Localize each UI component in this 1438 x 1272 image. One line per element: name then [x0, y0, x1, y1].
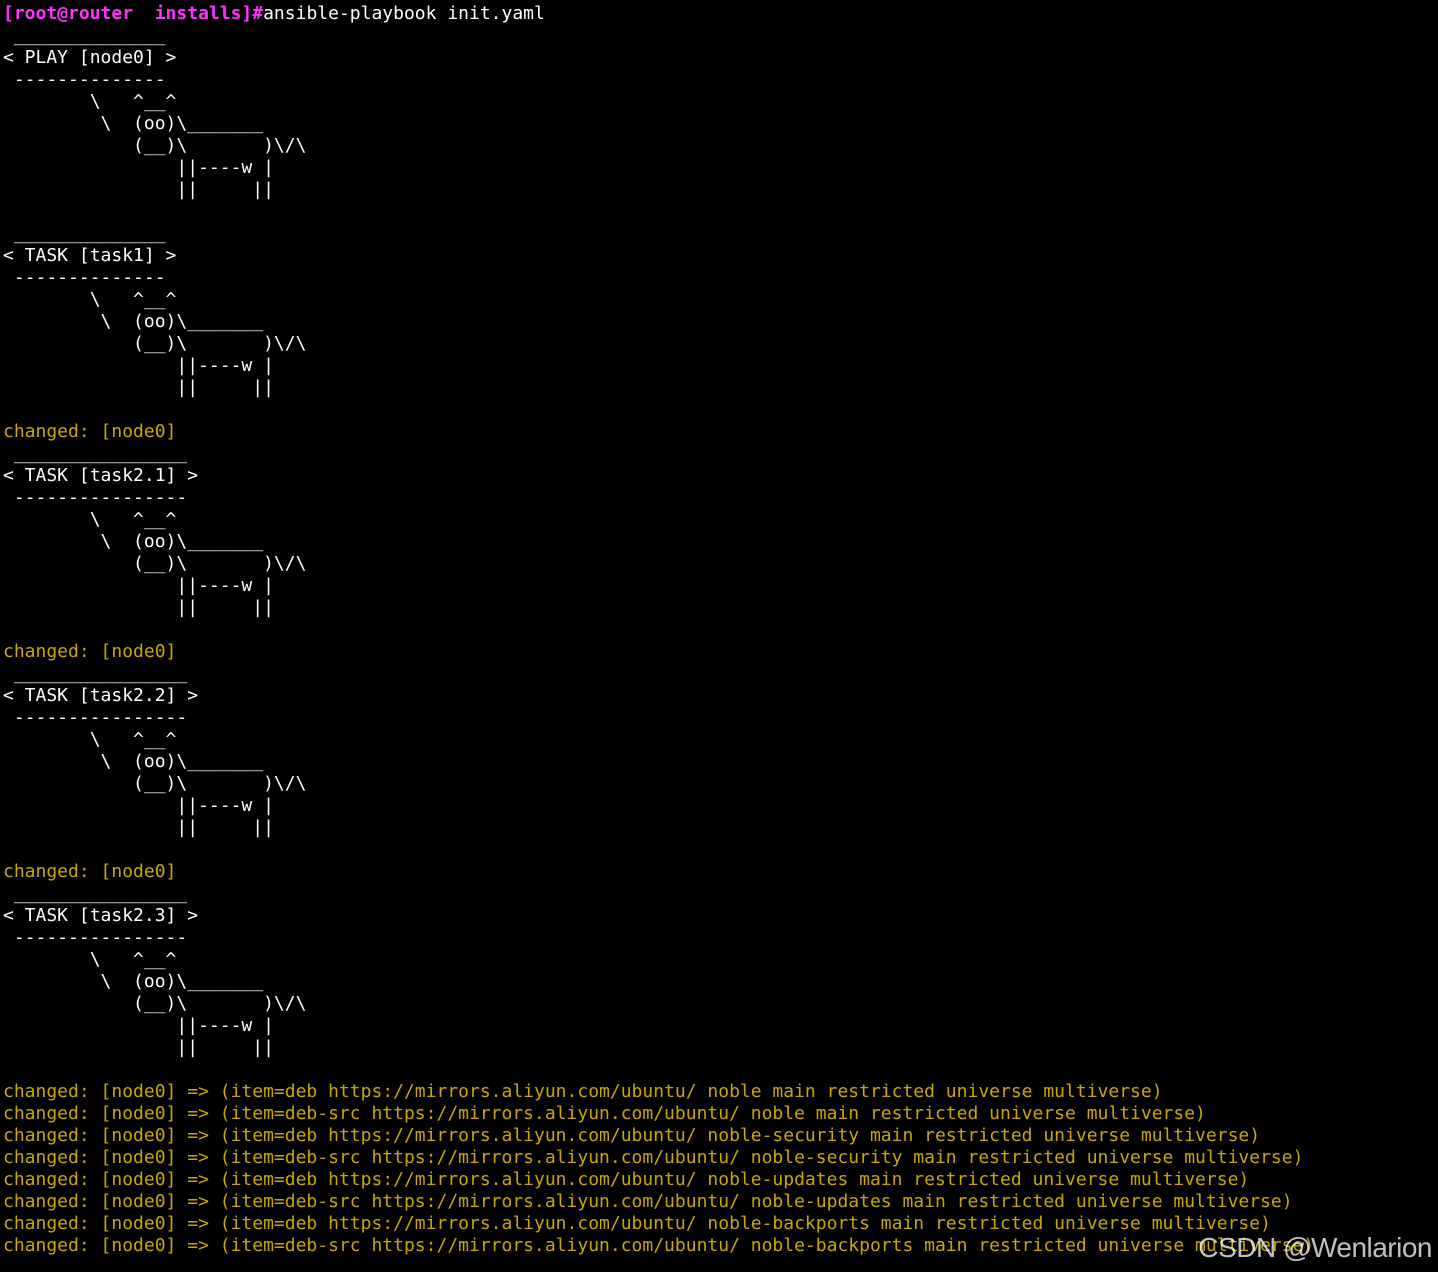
task-result-line: changed: [node0] — [3, 421, 177, 442]
cowsay-art-line: \ (oo)\_______ — [3, 971, 264, 992]
speech-bubble-label: < TASK [task2.2] > — [3, 685, 199, 706]
cowsay-art-line: \ ^__^ — [3, 91, 177, 112]
speech-bubble-bottom: ---------------- — [3, 927, 188, 948]
speech-bubble-label: < TASK [task2.3] > — [3, 905, 199, 926]
cowsay-art-line: \ ^__^ — [3, 509, 177, 530]
cowsay-art-line: || || — [3, 597, 274, 618]
cowsay-art-line: ||----w | — [3, 355, 274, 376]
cowsay-art-line: || || — [3, 377, 274, 398]
cowsay-art-line: (__)\ )\/\ — [3, 553, 307, 574]
speech-bubble-bottom: -------------- — [3, 267, 166, 288]
cowsay-art-line: \ ^__^ — [3, 289, 177, 310]
cowsay-art-line: ||----w | — [3, 1015, 274, 1036]
task-result-line: changed: [node0] — [3, 861, 177, 882]
terminal-window[interactable]: [root@router installs]#ansible-playbook … — [0, 0, 1438, 1272]
cowsay-art-line: || || — [3, 179, 274, 200]
speech-bubble-top: ______________ — [3, 223, 166, 244]
speech-bubble-top: ______________ — [3, 25, 166, 46]
speech-bubble-label: < TASK [task1] > — [3, 245, 177, 266]
task-result-line: changed: [node0] => (item=deb-src https:… — [3, 1147, 1304, 1168]
cowsay-art-line: ||----w | — [3, 157, 274, 178]
terminal-output: [root@router installs]#ansible-playbook … — [3, 3, 1314, 1257]
cowsay-art-line: ||----w | — [3, 575, 274, 596]
task-result-line: changed: [node0] => (item=deb-src https:… — [3, 1235, 1315, 1256]
shell-command: ansible-playbook init.yaml — [263, 3, 545, 24]
cowsay-art-line: || || — [3, 817, 274, 838]
shell-prompt: [root@router installs]# — [3, 3, 264, 24]
cowsay-art-line: ||----w | — [3, 795, 274, 816]
speech-bubble-top: ________________ — [3, 663, 188, 684]
task-result-line: changed: [node0] => (item=deb-src https:… — [3, 1191, 1293, 1212]
speech-bubble-label: < PLAY [node0] > — [3, 47, 177, 68]
speech-bubble-top: ________________ — [3, 883, 188, 904]
speech-bubble-top: ________________ — [3, 443, 188, 464]
cowsay-art-line: (__)\ )\/\ — [3, 773, 307, 794]
speech-bubble-bottom: ---------------- — [3, 487, 188, 508]
command-line: [root@router installs]#ansible-playbook … — [3, 3, 1314, 25]
task-result-line: changed: [node0] — [3, 641, 177, 662]
cowsay-art-line: || || — [3, 1037, 274, 1058]
speech-bubble-bottom: -------------- — [3, 69, 166, 90]
cowsay-art-line: \ ^__^ — [3, 729, 177, 750]
cowsay-art-line: \ (oo)\_______ — [3, 311, 264, 332]
cowsay-art-line: \ (oo)\_______ — [3, 113, 264, 134]
cowsay-art-line: (__)\ )\/\ — [3, 333, 307, 354]
speech-bubble-label: < TASK [task2.1] > — [3, 465, 199, 486]
task-result-line: changed: [node0] => (item=deb https://mi… — [3, 1125, 1261, 1146]
task-result-line: changed: [node0] => (item=deb https://mi… — [3, 1081, 1163, 1102]
cowsay-art-line: \ (oo)\_______ — [3, 751, 264, 772]
task-result-line: changed: [node0] => (item=deb-src https:… — [3, 1103, 1206, 1124]
playbook-output: ______________ < PLAY [node0] > ---------… — [3, 25, 1314, 1257]
task-result-line: changed: [node0] => (item=deb https://mi… — [3, 1169, 1250, 1190]
task-result-line: changed: [node0] => (item=deb https://mi… — [3, 1213, 1271, 1234]
cowsay-art-line: (__)\ )\/\ — [3, 135, 307, 156]
speech-bubble-bottom: ---------------- — [3, 707, 188, 728]
watermark: CSDN @Wenlarion — [1198, 1232, 1432, 1263]
cowsay-art-line: \ (oo)\_______ — [3, 531, 264, 552]
cowsay-art-line: \ ^__^ — [3, 949, 177, 970]
cowsay-art-line: (__)\ )\/\ — [3, 993, 307, 1014]
